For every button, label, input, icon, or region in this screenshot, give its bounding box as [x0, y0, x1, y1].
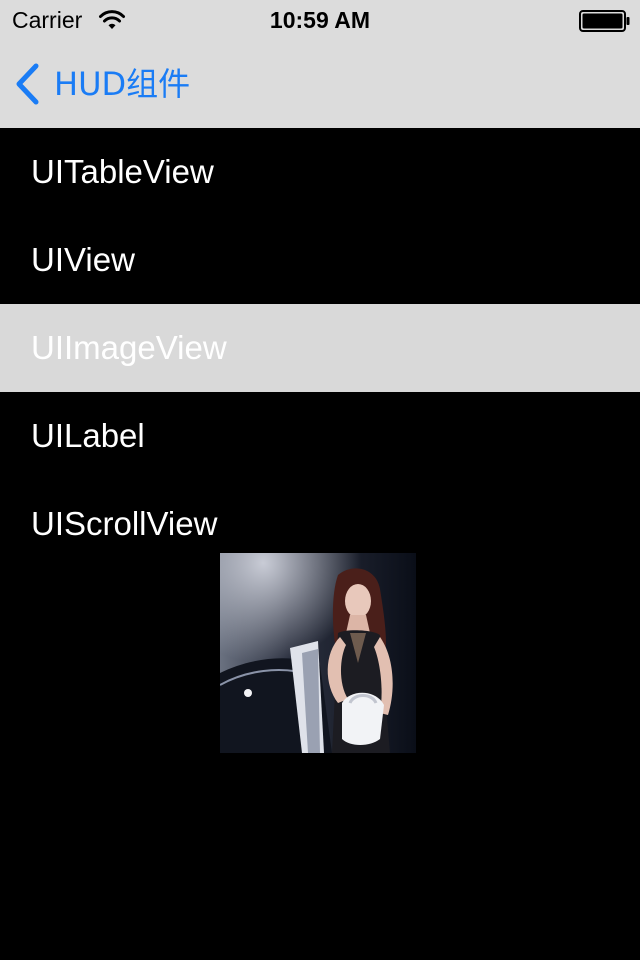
table-row-uitableview[interactable]: UITableView — [0, 128, 640, 216]
table-view[interactable]: UITableView UIView UIImageView UILabel U… — [0, 128, 640, 568]
chevron-left-icon — [16, 63, 39, 105]
status-time: 10:59 AM — [269, 7, 371, 33]
hud-photo — [220, 553, 416, 753]
screen: Carrier 10:59 AM HUD组件 UITableView UIVie… — [0, 0, 640, 960]
hud-image-view — [220, 553, 416, 753]
table-row-uiview[interactable]: UIView — [0, 216, 640, 304]
table-row-uiimageview[interactable]: UIImageView — [0, 304, 640, 392]
status-bar: Carrier 10:59 AM — [0, 0, 640, 40]
back-button-label: HUD组件 — [54, 65, 191, 103]
table-row-label: UIView — [31, 241, 135, 278]
battery-icon — [579, 10, 630, 32]
table-row-uilabel[interactable]: UILabel — [0, 392, 640, 480]
back-button[interactable]: HUD组件 — [14, 60, 190, 108]
table-row-label: UIImageView — [31, 329, 227, 366]
navigation-bar: HUD组件 — [0, 40, 640, 128]
table-row-label: UILabel — [31, 417, 145, 454]
table-row-label: UIScrollView — [31, 505, 218, 542]
table-row-label: UITableView — [31, 153, 214, 190]
